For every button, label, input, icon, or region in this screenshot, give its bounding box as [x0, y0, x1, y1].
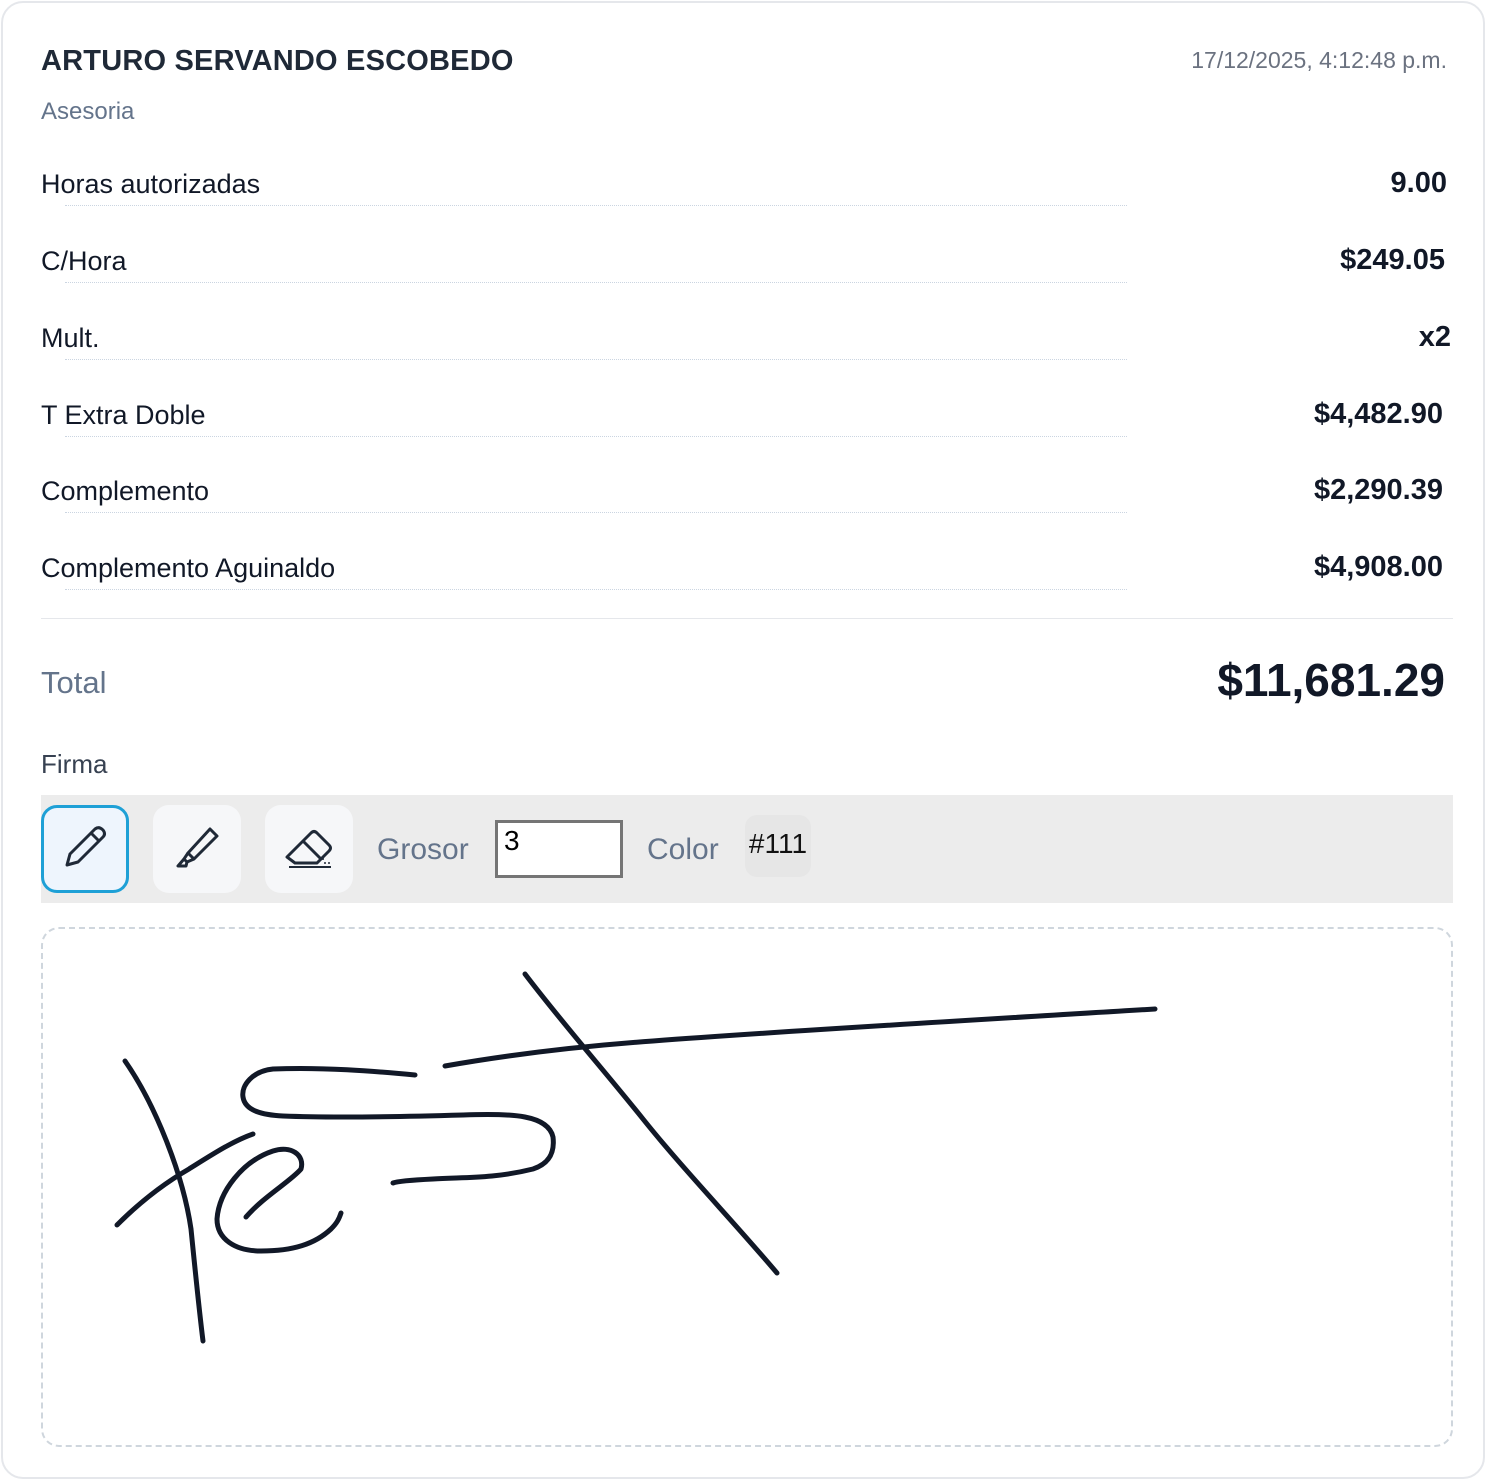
thickness-input[interactable]: 3 — [495, 820, 623, 878]
row-label: T Extra Doble — [41, 400, 206, 430]
row-divider — [65, 436, 1127, 437]
signature-label: Firma — [41, 749, 108, 779]
row-divider — [65, 359, 1127, 360]
row-mult: Mult. x2 — [41, 321, 1451, 363]
color-label: Color — [647, 833, 719, 866]
timestamp: 17/12/2025, 4:12:48 p.m. — [1191, 47, 1447, 73]
row-c-hora: C/Hora $249.05 — [41, 244, 1451, 286]
signature-canvas[interactable] — [41, 927, 1453, 1447]
row-value: 9.00 — [1390, 167, 1447, 199]
row-t-extra-doble: T Extra Doble $4,482.90 — [41, 398, 1451, 440]
row-label: Complemento Aguinaldo — [41, 553, 336, 583]
row-label: Horas autorizadas — [41, 169, 261, 199]
payroll-card: ARTURO SERVANDO ESCOBEDO 17/12/2025, 4:1… — [1, 1, 1485, 1479]
total-label: Total — [41, 665, 107, 700]
row-label: Mult. — [41, 323, 100, 353]
row-label: C/Hora — [41, 246, 127, 276]
total-divider — [41, 618, 1453, 619]
signature-toolbar: Grosor 3 Color #111 — [41, 795, 1453, 903]
row-divider — [65, 589, 1127, 590]
eraser-tool-button[interactable] — [265, 805, 353, 893]
signature-stroke — [442, 1006, 1158, 1069]
row-divider — [65, 205, 1127, 206]
highlighter-tool-button[interactable] — [153, 805, 241, 893]
highlighter-icon — [169, 819, 225, 880]
color-picker[interactable]: #111 — [745, 815, 811, 877]
pen-icon — [57, 819, 113, 880]
signature-stroke — [214, 1146, 344, 1254]
eraser-icon — [281, 819, 337, 880]
department-label: Asesoria — [41, 98, 135, 125]
row-value: $4,908.00 — [1313, 551, 1443, 583]
row-divider — [65, 282, 1127, 283]
row-complemento-aguinaldo: Complemento Aguinaldo $4,908.00 — [41, 551, 1451, 593]
row-complemento: Complemento $2,290.39 — [41, 474, 1451, 516]
pen-tool-button[interactable] — [41, 805, 129, 893]
row-horas-autorizadas: Horas autorizadas 9.00 — [41, 167, 1451, 209]
row-value: $249.05 — [1340, 244, 1445, 276]
row-label: Complemento — [41, 476, 210, 506]
employee-name: ARTURO SERVANDO ESCOBEDO — [41, 45, 514, 77]
signature-stroke — [522, 971, 780, 1276]
row-value: $2,290.39 — [1313, 474, 1443, 506]
total-value: $11,681.29 — [1217, 654, 1445, 706]
row-value: x2 — [1418, 321, 1451, 353]
row-value: $4,482.90 — [1313, 398, 1443, 430]
signature-stroke — [240, 1065, 556, 1186]
signature-stroke — [122, 1058, 206, 1344]
signature-drawing — [114, 971, 1158, 1344]
thickness-label: Grosor — [377, 833, 469, 866]
row-divider — [65, 512, 1127, 513]
